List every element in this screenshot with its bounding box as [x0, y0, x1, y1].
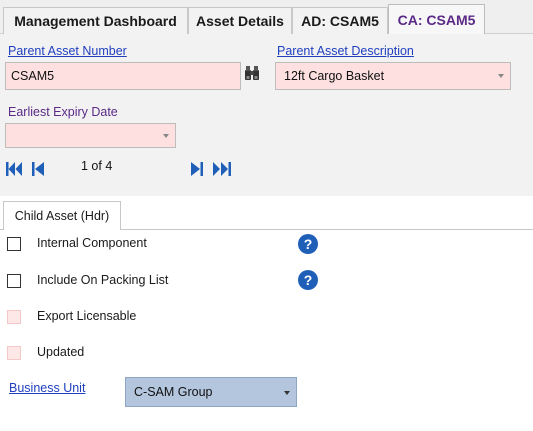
business-unit-dropdown[interactable]: C-SAM Group [125, 377, 297, 407]
parent-asset-number-link[interactable]: Parent Asset Number [8, 44, 127, 58]
chevron-down-icon [163, 134, 169, 138]
parent-asset-number-value: CSAM5 [11, 69, 55, 83]
updated-label: Updated [37, 345, 85, 359]
tab-ca-csam5[interactable]: CA: CSAM5 [388, 4, 485, 35]
chevron-down-icon [498, 74, 504, 78]
tab-strip: Management Dashboard Asset Details AD: C… [0, 0, 533, 35]
chevron-down-icon [284, 391, 290, 395]
internal-component-checkbox[interactable] [7, 237, 21, 251]
business-unit-value: C-SAM Group [134, 385, 213, 399]
include-on-packing-list-label: Include On Packing List [37, 273, 169, 287]
internal-component-label: Internal Component [37, 236, 147, 250]
parent-asset-number-field[interactable]: CSAM5 [5, 62, 241, 90]
header-panel: Parent Asset Number CSAM5 Parent Asset D… [0, 34, 533, 196]
tab-child-asset-hdr[interactable]: Child Asset (Hdr) [3, 201, 121, 230]
earliest-expiry-label: Earliest Expiry Date [8, 105, 118, 119]
updated-checkbox[interactable] [7, 346, 21, 360]
parent-asset-description-value: 12ft Cargo Basket [284, 69, 385, 83]
next-record-icon[interactable] [189, 161, 205, 177]
export-licensable-label: Export Licensable [37, 309, 137, 323]
help-icon[interactable]: ? [298, 234, 318, 254]
binoculars-icon[interactable] [244, 65, 260, 81]
export-licensable-checkbox[interactable] [7, 310, 21, 324]
parent-asset-description-link[interactable]: Parent Asset Description [277, 44, 414, 58]
help-icon[interactable]: ? [298, 270, 318, 290]
business-unit-link[interactable]: Business Unit [9, 381, 85, 395]
tab-ad-csam5[interactable]: AD: CSAM5 [292, 7, 388, 34]
tab-management-dashboard[interactable]: Management Dashboard [3, 7, 188, 34]
last-record-icon[interactable] [212, 161, 234, 177]
tab-asset-details[interactable]: Asset Details [188, 7, 292, 34]
first-record-icon[interactable] [5, 161, 23, 177]
include-on-packing-list-checkbox[interactable] [7, 274, 21, 288]
previous-record-icon[interactable] [30, 161, 46, 177]
earliest-expiry-dropdown[interactable] [5, 123, 176, 148]
record-position: 1 of 4 [81, 159, 113, 173]
parent-asset-description-dropdown[interactable]: 12ft Cargo Basket [275, 62, 511, 90]
